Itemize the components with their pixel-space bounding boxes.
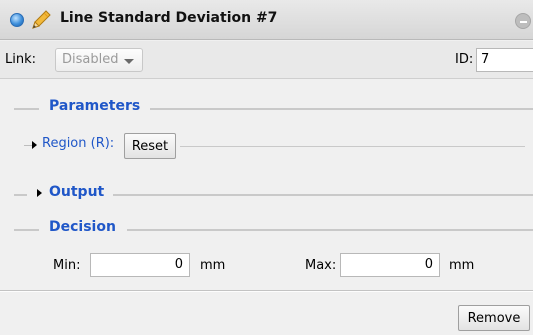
title-bar: Line Standard Deviation #7 — [0, 0, 533, 40]
section-divider — [14, 194, 27, 196]
chevron-down-icon — [124, 59, 134, 64]
section-divider — [127, 229, 533, 231]
id-input[interactable]: 7 — [476, 48, 533, 72]
collapse-icon[interactable] — [515, 13, 531, 29]
id-label: ID: — [455, 52, 474, 67]
section-divider — [14, 229, 39, 231]
section-title-output[interactable]: Output — [49, 184, 104, 200]
max-input[interactable]: 0 — [340, 253, 440, 277]
panel-title: Line Standard Deviation #7 — [60, 10, 278, 26]
region-label: Region (R): — [42, 136, 115, 151]
section-title-decision[interactable]: Decision — [49, 219, 116, 235]
reset-button[interactable]: Reset — [124, 133, 176, 159]
region-divider — [180, 146, 525, 147]
link-select[interactable]: Disabled — [55, 48, 143, 72]
max-label: Max: — [305, 258, 337, 273]
section-divider — [14, 108, 39, 110]
link-row: Link: Disabled ID: 7 — [0, 41, 533, 79]
expand-arrow-icon[interactable] — [32, 141, 37, 149]
footer-divider-highlight — [0, 291, 533, 292]
min-input[interactable]: 0 — [90, 253, 190, 277]
link-label: Link: — [5, 52, 37, 67]
section-title-parameters[interactable]: Parameters — [49, 98, 140, 114]
section-divider — [150, 108, 533, 110]
tool-panel: Line Standard Deviation #7 Link: Disable… — [0, 0, 533, 335]
expand-arrow-icon[interactable] — [37, 189, 42, 197]
section-divider — [113, 194, 533, 196]
remove-button[interactable]: Remove — [458, 305, 530, 331]
pencil-icon[interactable] — [30, 9, 52, 31]
min-unit: mm — [200, 258, 226, 273]
status-dot-icon[interactable] — [10, 13, 24, 27]
max-unit: mm — [449, 258, 475, 273]
link-select-value: Disabled — [62, 52, 119, 67]
min-label: Min: — [53, 258, 81, 273]
